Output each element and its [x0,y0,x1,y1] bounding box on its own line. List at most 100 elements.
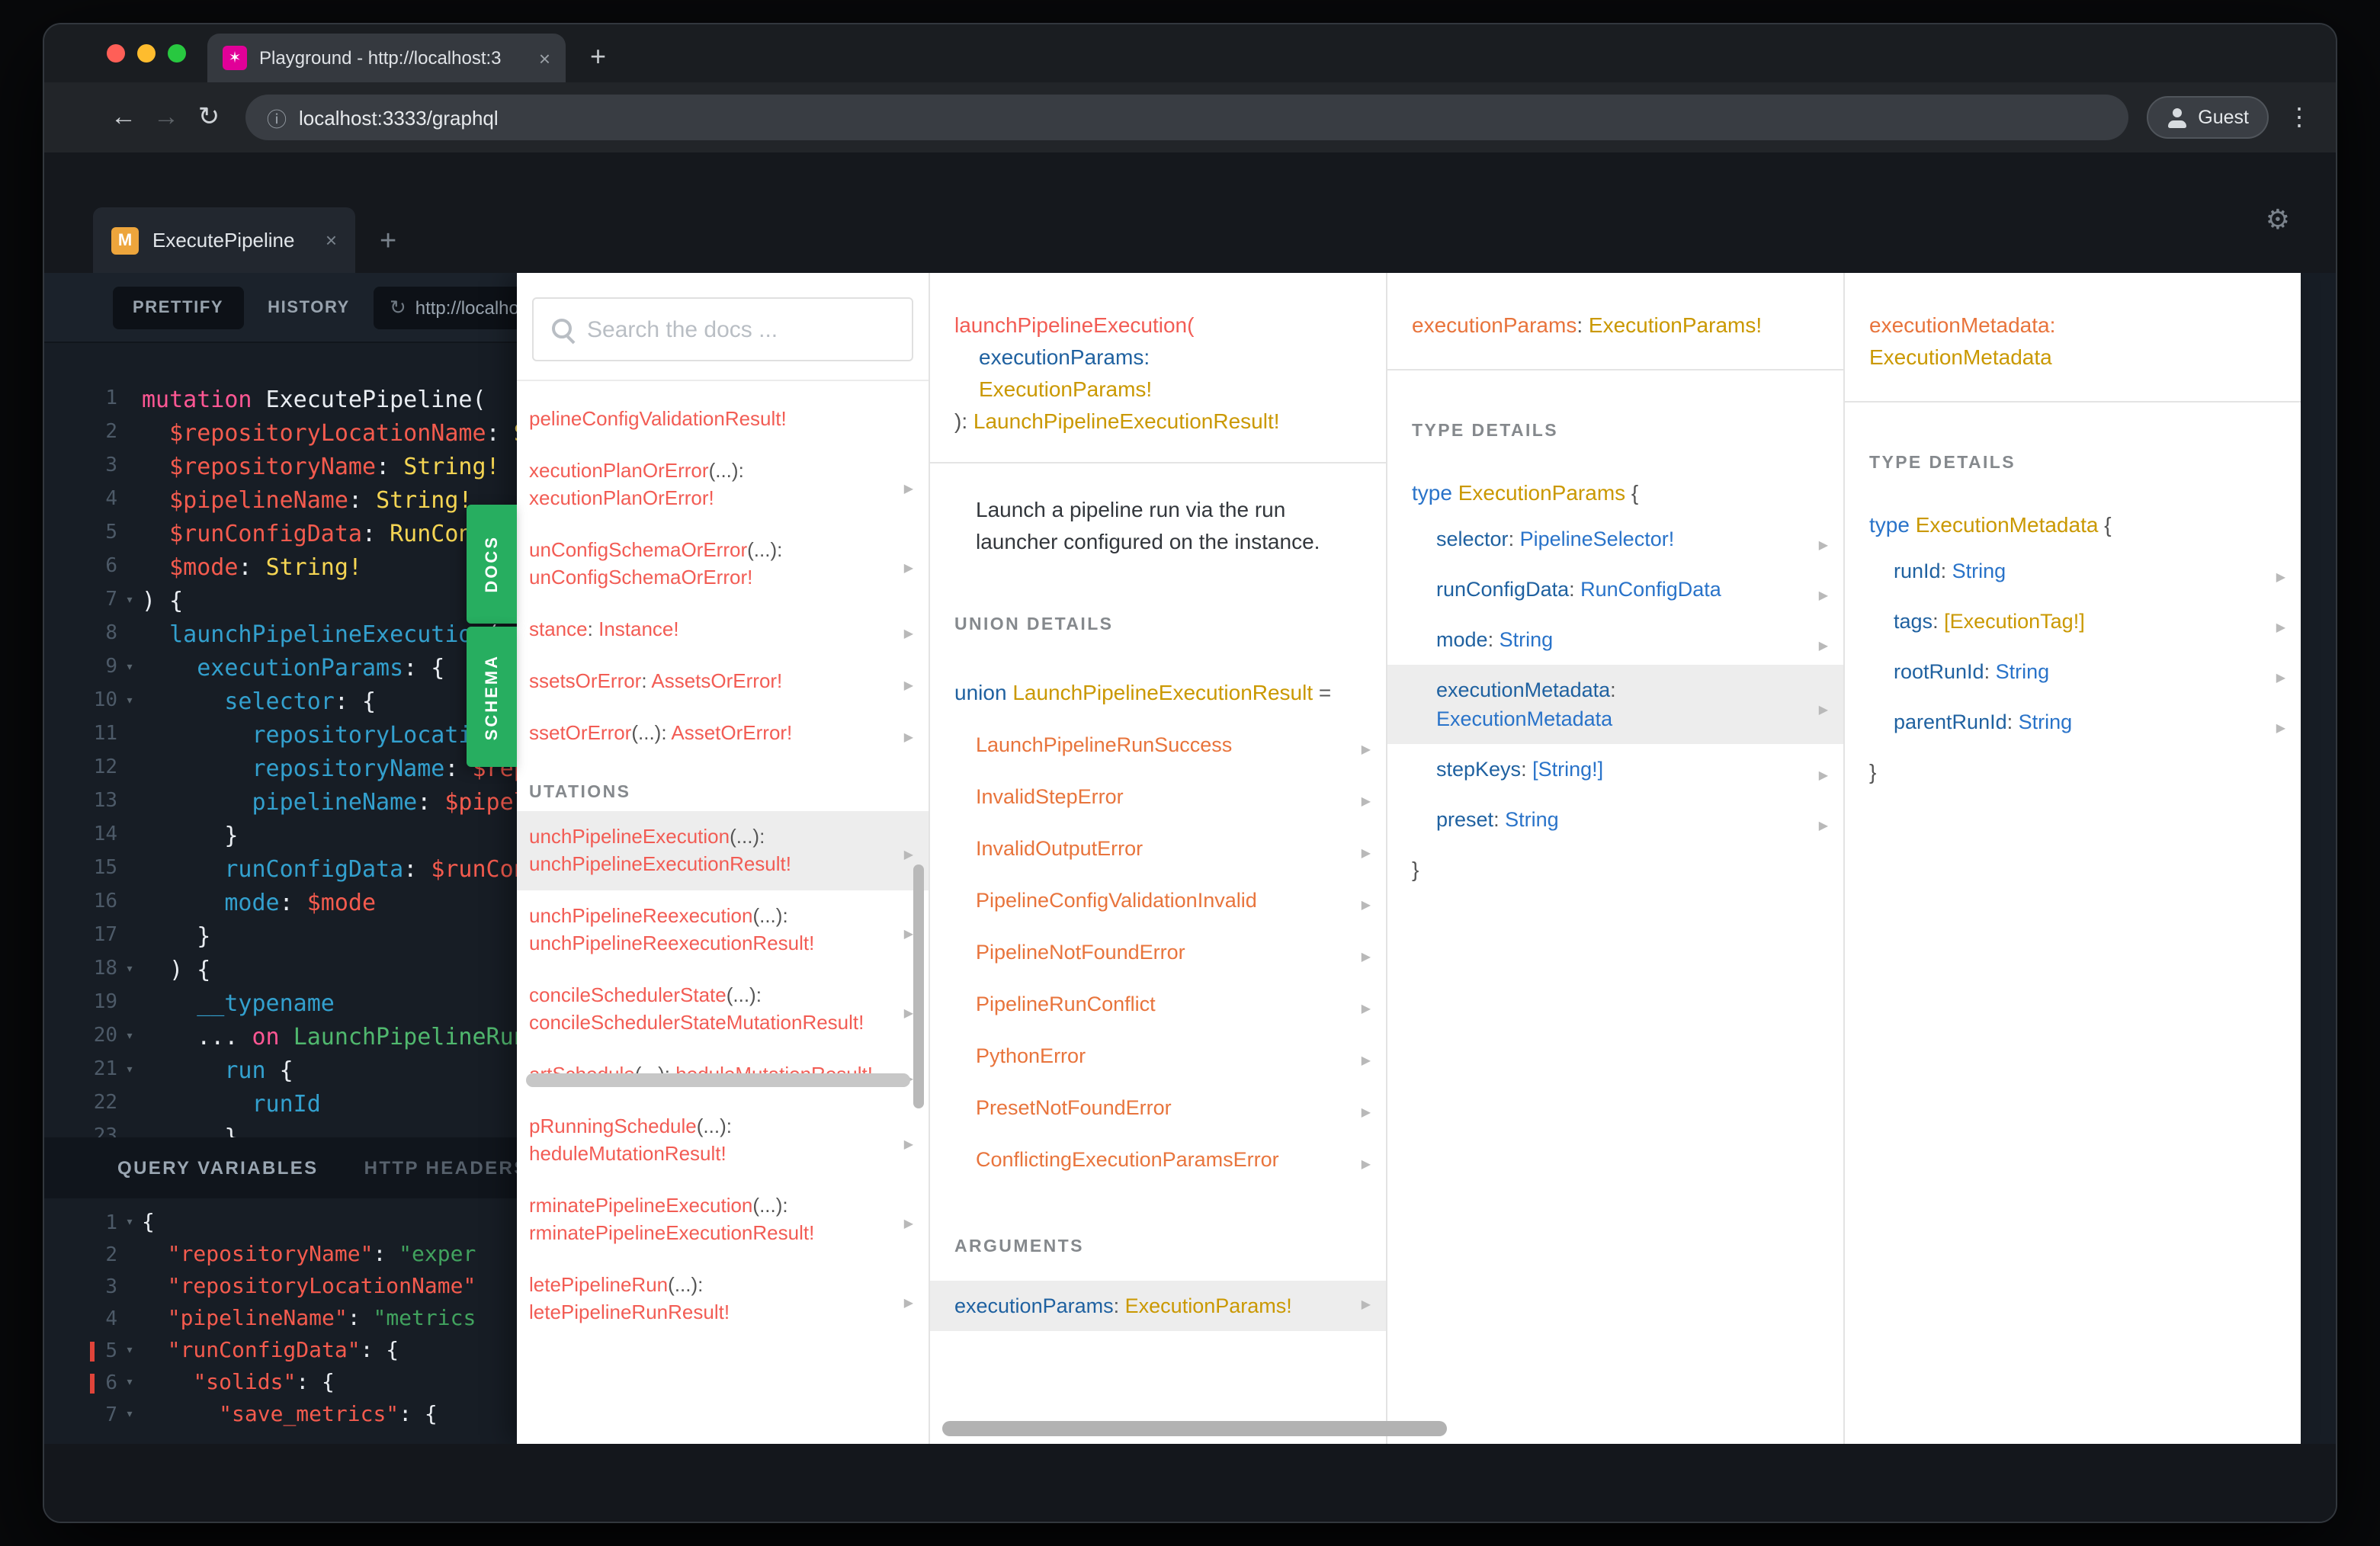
tab-docs[interactable]: DOCS [467,505,517,624]
fold-caret-icon[interactable]: ▾ [117,1020,142,1054]
union-member-item[interactable]: PythonError ▶ [930,1031,1386,1083]
type-field-item[interactable]: executionMetadata: ExecutionMetadata ▶ [1387,665,1843,744]
code-line[interactable]: 1 mutation ExecutePipeline( [44,383,517,416]
type-field-item[interactable]: preset: String ▶ [1387,794,1843,845]
type-field-item[interactable]: stepKeys: [String!] ▶ [1387,744,1843,794]
code-line[interactable]: 21 ▾ run { [44,1054,517,1087]
doc-list-item[interactable]: unchPipelineReexecution(...): unchPipeli… [517,890,929,970]
prettify-button[interactable]: PRETTIFY [113,286,244,329]
code-line[interactable]: 6 ▾ "solids": { [44,1368,517,1400]
code-line[interactable]: 8 launchPipelineExecution( [44,617,517,651]
code-line[interactable]: 23 } [44,1121,517,1137]
doc-list-item[interactable]: stance: Instance! ▶ [517,604,929,656]
fold-caret-icon[interactable]: ▾ [117,1336,142,1368]
minimize-window-button[interactable] [137,44,156,63]
type-field-item[interactable]: tags: [ExecutionTag!] ▶ [1845,596,2301,646]
code-line[interactable]: 19 __typename [44,986,517,1020]
code-line[interactable]: 4 "pipelineName": "metrics [44,1304,517,1336]
doc-list-item[interactable]: pelineConfigValidationResult! [517,393,929,445]
code-line[interactable]: 7 ▾ "save_metrics": { [44,1400,517,1432]
history-button[interactable]: HISTORY [268,298,350,316]
code-line[interactable]: 2 $repositoryLocationName: String! [44,416,517,450]
code-line[interactable]: 14 } [44,819,517,852]
session-tab[interactable]: M ExecutePipeline × [93,207,355,273]
code-line[interactable]: 2 "repositoryName": "exper [44,1240,517,1272]
site-info-icon[interactable]: ⓘ [267,103,287,132]
doc-list-item[interactable]: rminatePipelineExecution(...): rminatePi… [517,1180,929,1259]
fold-caret-icon[interactable]: ▾ [117,1208,142,1240]
doc-list-item[interactable]: unchPipelineExecution(...): unchPipeline… [517,811,929,890]
code-line[interactable]: 1 ▾{ [44,1208,517,1240]
type-field-item[interactable]: mode: String ▶ [1387,614,1843,665]
doc-list-item[interactable]: unConfigSchemaOrError(...): unConfigSche… [517,524,929,604]
docs-horizontal-scrollbar[interactable] [942,1421,1447,1436]
code-line[interactable]: 20▾ ... on LaunchPipelineRunSuccess { [44,1020,517,1054]
code-line[interactable]: 15 runConfigData: $runConfigData [44,852,517,886]
browser-tab[interactable]: ✶ Playground - http://localhost:3 × [207,34,566,82]
union-member-item[interactable]: ConflictingExecutionParamsError ▶ [930,1134,1386,1186]
argument-item[interactable]: executionParams: ExecutionParams! ▶ [930,1281,1386,1331]
search-input[interactable] [587,316,893,342]
forward-icon[interactable]: → [145,102,188,133]
union-member-item[interactable]: LaunchPipelineRunSuccess ▶ [930,720,1386,771]
fold-caret-icon[interactable]: ▾ [117,1054,142,1087]
code-line[interactable]: 12 repositoryName: $repositoryName [44,752,517,785]
new-tab-button[interactable]: + [590,41,606,73]
doc-list-item[interactable]: ssetsOrError: AssetsOrError! ▶ [517,656,929,707]
code-line[interactable]: 4 $pipelineName: String! [44,483,517,517]
fold-caret-icon[interactable]: ▾ [117,651,142,685]
code-line[interactable]: 5 $runConfigData: RunConfigData [44,517,517,550]
doc-list-item[interactable]: concileSchedulerState(...): concileSched… [517,970,929,1049]
fold-caret-icon[interactable]: ▾ [117,1368,142,1400]
code-line[interactable]: 18 ▾ ) { [44,953,517,986]
union-member-item[interactable]: InvalidOutputError ▶ [930,823,1386,875]
code-line[interactable]: 22 runId [44,1087,517,1121]
type-field-item[interactable]: parentRunId: String ▶ [1845,697,2301,747]
tab-schema[interactable]: SCHEMA [467,627,517,767]
union-member-item[interactable]: PipelineConfigValidationInvalid ▶ [930,875,1386,927]
type-field-item[interactable]: selector: PipelineSelector! ▶ [1387,514,1843,564]
doc-list-item[interactable]: letePipelineRun(...): letePipelineRunRes… [517,1259,929,1339]
zoom-window-button[interactable] [168,44,186,63]
query-variables-editor[interactable]: 1 ▾{2 "repositoryName": "exper 3 "reposito… [44,1198,517,1444]
type-field-item[interactable]: rootRunId: String ▶ [1845,646,2301,697]
code-line[interactable]: 7 ▾) { [44,584,517,617]
new-session-button[interactable]: + [380,226,396,259]
union-member-item[interactable]: InvalidStepError ▶ [930,771,1386,823]
endpoint-input[interactable]: ↻ http://localhost:3333/graphql [374,286,517,329]
profile-button[interactable]: Guest [2146,96,2269,139]
code-line[interactable]: 17 } [44,919,517,953]
code-line[interactable]: 3 "repositoryLocationName" [44,1272,517,1304]
address-bar[interactable]: ⓘ localhost:3333/graphql [245,95,2128,140]
code-line[interactable]: 9 ▾ executionParams: { [44,651,517,685]
union-member-item[interactable]: PresetNotFoundError ▶ [930,1083,1386,1134]
search-box[interactable] [532,297,913,361]
query-editor[interactable]: 1 mutation ExecutePipeline(2 $repositoryL… [44,343,517,1137]
tab-http-headers[interactable]: HTTP HEADERS [364,1157,517,1179]
fold-caret-icon[interactable]: ▾ [117,953,142,986]
settings-gear-icon[interactable]: ⚙ [2266,204,2290,236]
tab-close-icon[interactable]: × [539,47,550,69]
fold-caret-icon[interactable]: ▾ [117,1400,142,1432]
code-line[interactable]: 5 ▾ "runConfigData": { [44,1336,517,1368]
back-icon[interactable]: ← [102,102,145,133]
union-member-item[interactable]: PipelineRunConflict ▶ [930,979,1386,1031]
code-line[interactable]: 6 $mode: String! [44,550,517,584]
doc-list-item[interactable]: xecutionPlanOrError(...): xecutionPlanOr… [517,445,929,524]
type-field-item[interactable]: runConfigData: RunConfigData ▶ [1387,564,1843,614]
union-member-item[interactable]: PipelineNotFoundError ▶ [930,927,1386,979]
type-field-item[interactable]: runId: String ▶ [1845,546,2301,596]
fold-caret-icon[interactable]: ▾ [117,584,142,617]
browser-menu-icon[interactable]: ⋮ [2284,102,2314,133]
code-line[interactable]: 16 mode: $mode [44,886,517,919]
session-tab-close-icon[interactable]: × [326,229,337,252]
endpoint-reload-icon[interactable]: ↻ [390,295,406,319]
close-window-button[interactable] [107,44,125,63]
doc-list-item[interactable]: pRunningSchedule(...): heduleMutationRes… [517,1101,929,1180]
doc-list-item[interactable]: ssetOrError(...): AssetOrError! ▶ [517,707,929,759]
code-line[interactable]: 11 repositoryLocationName: $repositoryLo… [44,718,517,752]
col1-horizontal-scrollbar[interactable] [526,1073,910,1087]
code-line[interactable]: 3 $repositoryName: String! [44,450,517,483]
code-line[interactable]: 10 ▾ selector: { [44,685,517,718]
code-line[interactable]: 13 pipelineName: $pipelineName [44,785,517,819]
